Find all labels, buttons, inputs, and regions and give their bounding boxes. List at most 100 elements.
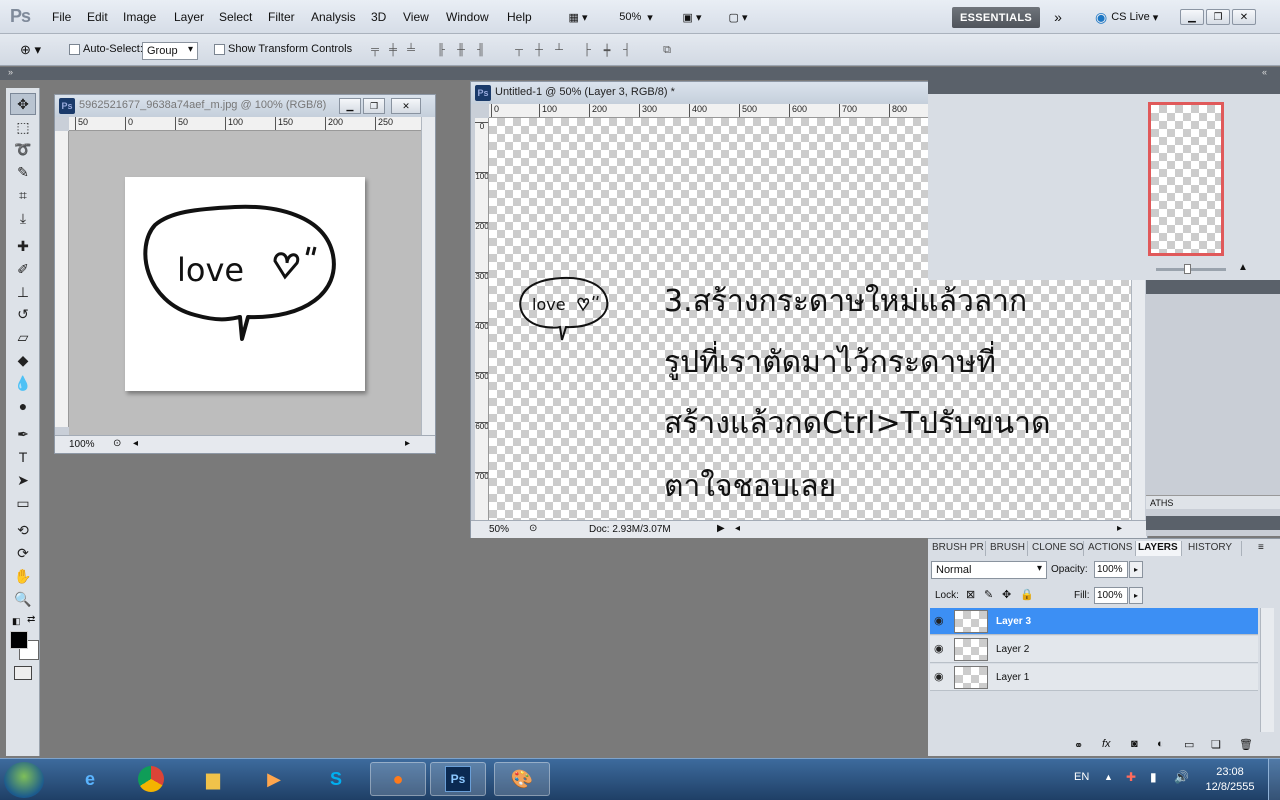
start-button[interactable] [4, 762, 44, 798]
menu-window[interactable]: Window [446, 10, 489, 24]
blend-mode-dropdown[interactable]: Normal [931, 561, 1047, 579]
media-player-icon[interactable]: ▶ [246, 762, 302, 796]
network-icon[interactable]: ▮ [1150, 770, 1157, 784]
lock-transparency-icon[interactable]: ⊠ [966, 588, 975, 601]
explorer-folder-icon[interactable]: ▆ [185, 762, 241, 796]
menu-help[interactable]: Help [507, 10, 532, 24]
navigator-view-box[interactable] [1148, 102, 1224, 256]
layer-style-fx-icon[interactable]: fx [1102, 738, 1111, 750]
auto-select-checkbox[interactable] [69, 44, 80, 55]
new-layer-icon[interactable]: ❏ [1211, 738, 1221, 751]
distribute-right-icon[interactable]: ┤ [620, 43, 634, 57]
layer-mask-icon[interactable]: ◙ [1131, 738, 1138, 750]
quick-mask-icon[interactable] [14, 666, 32, 680]
doc-close-button[interactable]: ✕ [391, 98, 421, 114]
zoom-readout[interactable]: 50% [489, 524, 509, 535]
eraser-tool-icon[interactable]: ▱ [10, 326, 36, 348]
tab-layers[interactable]: LAYERS [1136, 541, 1182, 556]
tab-history[interactable]: HISTORY [1186, 541, 1242, 556]
type-tool-icon[interactable]: T [10, 446, 36, 468]
launch-bridge-button[interactable]: ▦ ▾ [560, 7, 596, 27]
navigator-zoom-thumb[interactable] [1184, 264, 1191, 274]
crop-tool-icon[interactable]: ⌗ [10, 184, 36, 206]
language-indicator[interactable]: EN [1074, 771, 1089, 783]
paint-icon[interactable]: 🎨 [494, 762, 550, 796]
link-layers-icon[interactable]: ⚭ [1074, 739, 1083, 752]
quick-select-tool-icon[interactable]: ✎ [10, 161, 36, 183]
close-button[interactable]: ✕ [1232, 9, 1256, 25]
photoshop-taskbar-icon[interactable]: Ps [430, 762, 486, 796]
align-left-icon[interactable]: ╟ [434, 43, 448, 57]
trash-icon[interactable]: 🗑 [1239, 738, 1253, 751]
path-select-icon[interactable]: ➤ [10, 469, 36, 491]
screen-mode-button[interactable]: ▢ ▾ [720, 7, 756, 27]
minimize-button[interactable]: ▁ [1180, 9, 1204, 25]
system-clock[interactable]: 23:08 12/8/2555 [1200, 765, 1260, 795]
blur-tool-icon[interactable]: 💧 [10, 372, 36, 394]
doc-restore-button[interactable]: ❐ [363, 98, 385, 114]
zoom-tool-icon[interactable]: 🔍 [10, 588, 36, 610]
tab-clone-source[interactable]: CLONE SO [1030, 541, 1084, 556]
adjustment-layer-icon[interactable]: ◐ [1157, 738, 1164, 750]
layers-scrollbar[interactable] [1260, 608, 1274, 732]
layer-row-2[interactable]: ◉ Layer 2 [930, 636, 1258, 663]
zoom-level-dropdown[interactable]: 50% ▾ [612, 7, 660, 27]
healing-brush-icon[interactable]: ✚ [10, 235, 36, 257]
swap-colors-icon[interactable]: ⇄ [27, 614, 35, 625]
3d-rotate-icon[interactable]: ⟲ [10, 519, 36, 541]
distribute-hcenter-icon[interactable]: ┿ [600, 43, 614, 57]
scroll-right-icon[interactable]: ▸ [1117, 523, 1122, 534]
hand-tool-icon[interactable]: ✋ [10, 565, 36, 587]
security-tray-icon[interactable]: ✚ [1126, 770, 1136, 784]
status-menu-icon[interactable]: ⊙ [529, 523, 537, 534]
menu-view[interactable]: View [403, 10, 429, 24]
align-top-icon[interactable]: ╤ [368, 43, 382, 57]
menu-image[interactable]: Image [123, 10, 156, 24]
workspace-essentials-button[interactable]: ESSENTIALS [952, 7, 1040, 28]
layer-row-3[interactable]: ◉ Layer 3 [930, 608, 1258, 635]
shape-tool-icon[interactable]: ▭ [10, 492, 36, 514]
move-tool-icon[interactable]: ✥ [10, 93, 36, 115]
scroll-right-icon[interactable]: ▸ [405, 438, 410, 449]
show-transform-checkbox[interactable] [214, 44, 225, 55]
restore-button[interactable]: ❐ [1206, 9, 1230, 25]
menu-edit[interactable]: Edit [87, 10, 108, 24]
more-workspaces-icon[interactable]: » [1044, 7, 1072, 27]
lasso-tool-icon[interactable]: ➰ [10, 138, 36, 160]
default-colors-icon[interactable]: ◧ [12, 616, 21, 627]
tab-brush-presets[interactable]: BRUSH PR [930, 541, 986, 556]
tab-actions[interactable]: ACTIONS [1086, 541, 1136, 556]
panel-menu-icon[interactable]: ≡ [1258, 542, 1264, 553]
menu-3d[interactable]: 3D [371, 10, 386, 24]
scroll-left-icon[interactable]: ◂ [133, 438, 138, 449]
arrange-documents-button[interactable]: ▣ ▾ [674, 7, 710, 27]
distribute-left-icon[interactable]: ├ [580, 43, 594, 57]
marquee-tool-icon[interactable]: ⬚ [10, 116, 36, 138]
fill-slider-icon[interactable]: ▸ [1129, 587, 1143, 604]
auto-align-icon[interactable]: ⧉ [660, 43, 674, 57]
paint-bucket-icon[interactable]: ◆ [10, 349, 36, 371]
foreground-color-swatch[interactable] [10, 631, 28, 649]
menu-file[interactable]: File [52, 10, 71, 24]
dodge-tool-icon[interactable]: ● [10, 395, 36, 417]
stamp-tool-icon[interactable]: ⊥ [10, 281, 36, 303]
pen-tool-icon[interactable]: ✒ [10, 423, 36, 445]
lock-position-icon[interactable]: ✥ [1002, 588, 1011, 601]
align-right-icon[interactable]: ╢ [474, 43, 488, 57]
internet-explorer-icon[interactable]: e [62, 762, 118, 796]
pasted-love-image[interactable]: love [514, 272, 614, 344]
align-vcenter-icon[interactable]: ╪ [386, 43, 400, 57]
tab-brush[interactable]: BRUSH [988, 541, 1028, 556]
lock-pixels-icon[interactable]: ✎ [984, 588, 993, 601]
collapse-panels-icon[interactable]: « [1262, 67, 1267, 77]
navigator-zoom-slider[interactable] [1156, 268, 1226, 271]
zoom-readout[interactable]: 100% [69, 439, 95, 450]
visibility-eye-icon[interactable]: ◉ [934, 642, 944, 655]
layer-row-1[interactable]: ◉ Layer 1 [930, 664, 1258, 691]
visibility-eye-icon[interactable]: ◉ [934, 670, 944, 683]
align-hcenter-icon[interactable]: ╫ [454, 43, 468, 57]
zoom-in-icon[interactable]: ▲ [1238, 262, 1248, 273]
eyedropper-tool-icon[interactable]: ⤓ [10, 207, 36, 229]
menu-select[interactable]: Select [219, 10, 252, 24]
3d-orbit-icon[interactable]: ⟳ [10, 542, 36, 564]
